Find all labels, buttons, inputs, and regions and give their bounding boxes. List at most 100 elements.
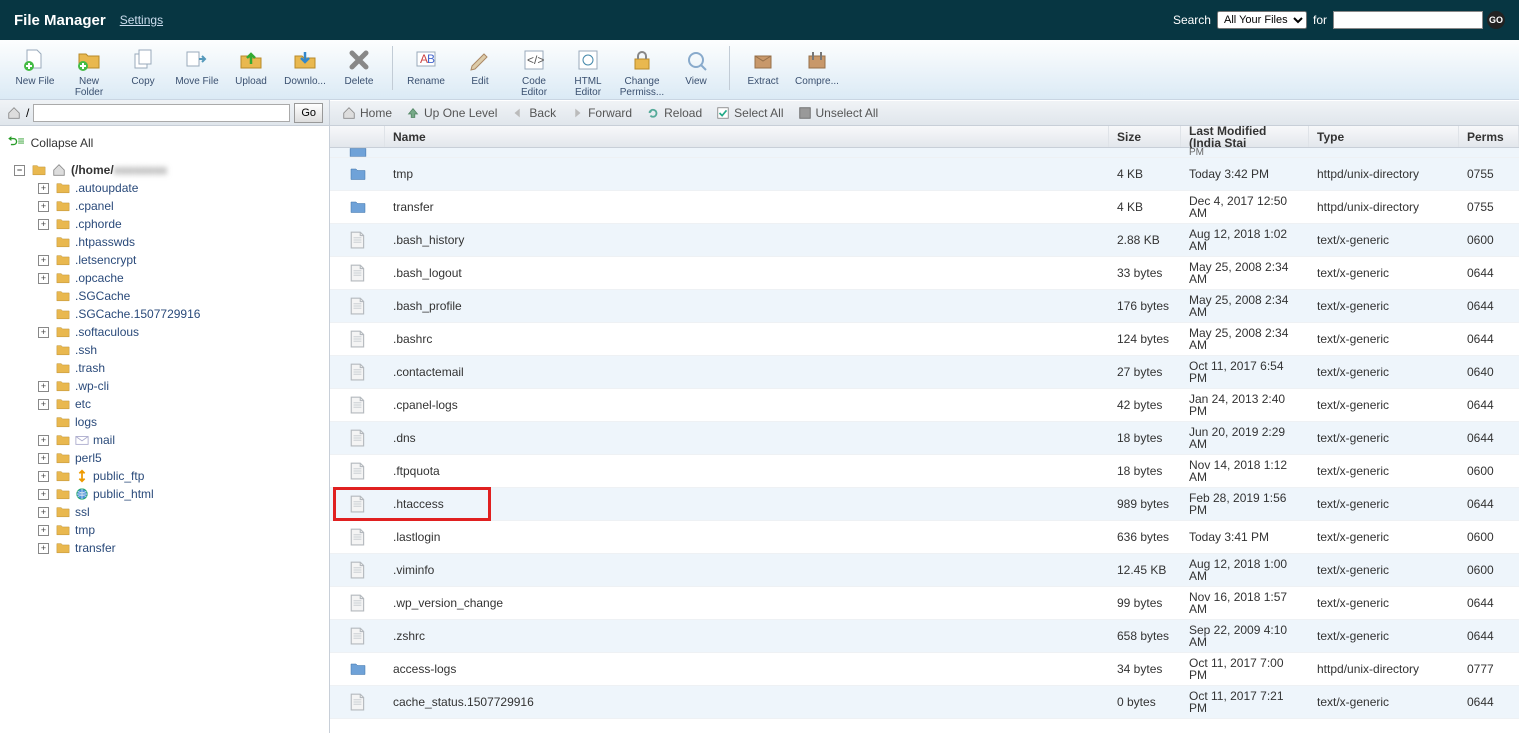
nav-forward[interactable]: Forward <box>566 106 636 120</box>
table-row[interactable]: .zshrc658 bytesSep 22, 2009 4:10 AMtext/… <box>330 620 1519 653</box>
tree-item[interactable]: +.softaculous <box>38 323 325 341</box>
tree-item[interactable]: +.SGCache <box>38 287 325 305</box>
tree-root[interactable]: − (/home/xxxxxxxx <box>14 161 325 179</box>
nav-reload[interactable]: Reload <box>642 106 706 120</box>
tree-item[interactable]: +etc <box>38 395 325 413</box>
table-row[interactable]: tmp4 KBToday 3:42 PMhttpd/unix-directory… <box>330 158 1519 191</box>
tool-compress[interactable]: Compre... <box>790 46 844 87</box>
tree-item[interactable]: +.htpasswds <box>38 233 325 251</box>
home-icon[interactable] <box>6 106 22 120</box>
nav-select-all[interactable]: Select All <box>712 106 787 120</box>
expand-toggle[interactable]: + <box>38 219 49 230</box>
expand-toggle[interactable]: + <box>38 525 49 536</box>
nav-up[interactable]: Up One Level <box>402 106 501 120</box>
table-row[interactable]: .bashrc124 bytesMay 25, 2008 2:34 AMtext… <box>330 323 1519 356</box>
tool-download[interactable]: Downlo... <box>278 46 332 87</box>
expand-toggle[interactable]: + <box>38 507 49 518</box>
tool-html-editor[interactable]: HTMLEditor <box>561 46 615 98</box>
nav-unselect-all[interactable]: Unselect All <box>794 106 883 120</box>
th-perms[interactable]: Perms <box>1459 126 1519 147</box>
table-row[interactable]: .htaccess989 bytesFeb 28, 2019 1:56 PMte… <box>330 488 1519 521</box>
tool-rename[interactable]: ABRename <box>399 46 453 87</box>
tool-delete[interactable]: Delete <box>332 46 386 87</box>
collapse-icon: ⮌≡ <box>8 132 25 153</box>
tree-item[interactable]: +public_ftp <box>38 467 325 485</box>
tool-label: Code <box>522 76 546 87</box>
tree-item[interactable]: +.cpanel <box>38 197 325 215</box>
upload-icon <box>237 46 265 74</box>
tool-upload[interactable]: Upload <box>224 46 278 87</box>
path-input[interactable] <box>33 104 290 122</box>
path-go-button[interactable]: Go <box>294 103 323 123</box>
table-row[interactable]: .ftpquota18 bytesNov 14, 2018 1:12 AMtex… <box>330 455 1519 488</box>
search-scope-select[interactable]: All Your Files <box>1217 11 1307 29</box>
cell-perms: 0644 <box>1459 323 1519 355</box>
table-row[interactable]: .cpanel-logs42 bytesJan 24, 2013 2:40 PM… <box>330 389 1519 422</box>
cell-name: .dns <box>385 422 1109 454</box>
table-row[interactable]: transfer4 KBDec 4, 2017 12:50 AMhttpd/un… <box>330 191 1519 224</box>
tree-item[interactable]: +.wp-cli <box>38 377 325 395</box>
nav-back[interactable]: Back <box>507 106 560 120</box>
expand-toggle[interactable]: + <box>38 201 49 212</box>
table-row[interactable]: PM <box>330 148 1519 158</box>
expand-toggle[interactable]: + <box>38 399 49 410</box>
tree-item[interactable]: +perl5 <box>38 449 325 467</box>
expand-toggle[interactable]: + <box>38 543 49 554</box>
tree-item[interactable]: +transfer <box>38 539 325 557</box>
tool-change-perms[interactable]: ChangePermiss... <box>615 46 669 98</box>
expand-toggle[interactable]: + <box>38 183 49 194</box>
tool-code-editor[interactable]: </>CodeEditor <box>507 46 561 98</box>
tool-new-folder[interactable]: NewFolder <box>62 46 116 98</box>
table-row[interactable]: .wp_version_change99 bytesNov 16, 2018 1… <box>330 587 1519 620</box>
tree-item[interactable]: +.trash <box>38 359 325 377</box>
tool-move[interactable]: Move File <box>170 46 224 87</box>
tree-item[interactable]: +.letsencrypt <box>38 251 325 269</box>
expand-toggle[interactable]: + <box>38 381 49 392</box>
tree-item[interactable]: +public_html <box>38 485 325 503</box>
tool-extract[interactable]: Extract <box>736 46 790 87</box>
expand-toggle[interactable]: + <box>38 489 49 500</box>
tree-item[interactable]: +logs <box>38 413 325 431</box>
tool-view[interactable]: View <box>669 46 723 87</box>
tree-item[interactable]: +.ssh <box>38 341 325 359</box>
settings-link[interactable]: Settings <box>120 13 163 27</box>
table-row[interactable]: cache_status.15077299160 bytesOct 11, 20… <box>330 686 1519 719</box>
tool-new-file[interactable]: New File <box>8 46 62 87</box>
tree-item[interactable]: +.SGCache.1507729916 <box>38 305 325 323</box>
expand-toggle[interactable]: − <box>14 165 25 176</box>
expand-toggle[interactable]: + <box>38 453 49 464</box>
th-modified[interactable]: Last Modified (India Stai <box>1181 126 1309 147</box>
tool-copy[interactable]: Copy <box>116 46 170 87</box>
table-row[interactable]: .bash_history2.88 KBAug 12, 2018 1:02 AM… <box>330 224 1519 257</box>
th-size[interactable]: Size <box>1109 126 1181 147</box>
collapse-all[interactable]: ⮌≡ Collapse All <box>0 126 329 159</box>
tree-item[interactable]: +.opcache <box>38 269 325 287</box>
tree-item[interactable]: +.cphorde <box>38 215 325 233</box>
tree-item[interactable]: +mail <box>38 431 325 449</box>
expand-toggle[interactable]: + <box>38 435 49 446</box>
tree-item[interactable]: +.autoupdate <box>38 179 325 197</box>
tree-item[interactable]: +ssl <box>38 503 325 521</box>
tool-edit[interactable]: Edit <box>453 46 507 87</box>
th-icon[interactable] <box>330 126 385 147</box>
th-type[interactable]: Type <box>1309 126 1459 147</box>
table-row[interactable]: .contactemail27 bytesOct 11, 2017 6:54 P… <box>330 356 1519 389</box>
expand-toggle[interactable]: + <box>38 255 49 266</box>
table-row[interactable]: access-logs34 bytesOct 11, 2017 7:00 PMh… <box>330 653 1519 686</box>
expand-toggle[interactable]: + <box>38 273 49 284</box>
expand-toggle[interactable]: + <box>38 471 49 482</box>
th-name[interactable]: Name <box>385 126 1109 147</box>
table-row[interactable]: .bash_logout33 bytesMay 25, 2008 2:34 AM… <box>330 257 1519 290</box>
search-go-button[interactable]: GO <box>1487 11 1505 29</box>
table-row[interactable]: .viminfo12.45 KBAug 12, 2018 1:00 AMtext… <box>330 554 1519 587</box>
expand-toggle[interactable]: + <box>38 327 49 338</box>
table-row[interactable]: .bash_profile176 bytesMay 25, 2008 2:34 … <box>330 290 1519 323</box>
tree-item[interactable]: +tmp <box>38 521 325 539</box>
search-input[interactable] <box>1333 11 1483 29</box>
cell-modified: Jan 24, 2013 2:40 PM <box>1181 389 1309 421</box>
file-icon <box>349 495 367 513</box>
table-row[interactable]: .lastlogin636 bytesToday 3:41 PMtext/x-g… <box>330 521 1519 554</box>
table-row[interactable]: .dns18 bytesJun 20, 2019 2:29 AMtext/x-g… <box>330 422 1519 455</box>
path-prefix: / <box>26 106 29 120</box>
nav-home[interactable]: Home <box>338 106 396 120</box>
